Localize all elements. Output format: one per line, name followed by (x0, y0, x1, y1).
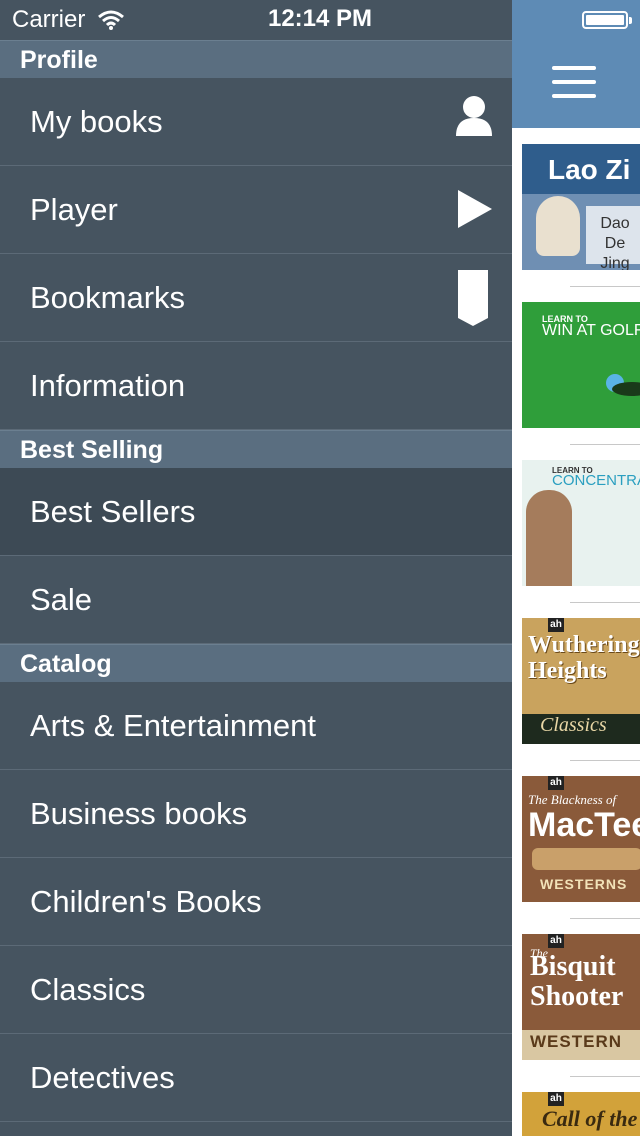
bookmark-icon (458, 270, 488, 331)
section-header-catalog: Catalog (0, 644, 512, 682)
section-header-best-selling: Best Selling (0, 430, 512, 468)
book-cover-call-of-the[interactable]: ah Call of the (522, 1092, 640, 1136)
publisher-badge: ah (548, 618, 564, 632)
book-series: Classics (540, 714, 607, 736)
menu-item-label: Information (30, 368, 186, 403)
menu-item-player[interactable]: Player (0, 166, 512, 254)
woman-illustration (526, 490, 572, 586)
menu-item-arts-entertainment[interactable]: Arts & Entertainment (0, 682, 512, 770)
book-title: MacTee (528, 806, 640, 844)
book-series: WESTERN (530, 1032, 622, 1051)
menu-item-label: Children's Books (30, 884, 262, 919)
publisher-badge: ah (548, 934, 564, 948)
menu-item-sale[interactable]: Sale (0, 556, 512, 644)
publisher-badge: ah (548, 776, 564, 790)
book-title: CONCENTRATE (552, 472, 640, 489)
menu-item-my-books[interactable]: My books (0, 78, 512, 166)
menu-item-label: Bookmarks (30, 280, 186, 315)
menu-item-bookmarks[interactable]: Bookmarks (0, 254, 512, 342)
menu-item-label: My books (30, 104, 163, 139)
sage-illustration (536, 196, 580, 256)
book-cover-wuthering-heights[interactable]: ah Wuthering Heights Classics (522, 618, 640, 744)
book-cover-concentrate[interactable]: LEARN TO CONCENTRATE (522, 460, 640, 586)
book-series: WESTERNS (540, 876, 628, 892)
menu-item-label: Arts & Entertainment (30, 708, 317, 743)
book-title: Bisquit Shooter (530, 951, 624, 1012)
person-icon (454, 94, 494, 141)
menu-item-information[interactable]: Information (0, 342, 512, 430)
book-cover-lao-zi[interactable]: Lao Zi Dao De Jing (522, 144, 640, 270)
menu-item-label: Detectives (30, 1060, 175, 1095)
status-time: 12:14 PM (267, 5, 373, 32)
section-header-profile: Profile (0, 40, 512, 78)
book-cover-win-at-golf[interactable]: LEARN TO WIN AT GOLF (522, 302, 640, 428)
menu-item-label: Player (30, 192, 118, 227)
content-panel: Lao Zi Dao De Jing LEARN TO WIN AT GOLF … (512, 0, 640, 1136)
menu-item-childrens-books[interactable]: Children's Books (0, 858, 512, 946)
book-cover-bisquit-shooter[interactable]: ah The Bisquit Shooter WESTERN (522, 934, 640, 1060)
book-title: WIN AT GOLF (542, 322, 640, 339)
book-title: Lao Zi (548, 154, 631, 185)
publisher-badge: ah (548, 1092, 564, 1106)
book-subtitle: Dao De Jing (600, 215, 630, 270)
menu-item-best-sellers[interactable]: Best Sellers (0, 468, 512, 556)
play-icon (458, 190, 492, 233)
menu-item-label: Classics (30, 972, 146, 1007)
book-title: Call of the (542, 1106, 638, 1131)
menu-item-label: Business books (30, 796, 248, 831)
menu-icon[interactable] (552, 66, 596, 98)
book-cover-mactee[interactable]: ah The Blackness of MacTee WESTERNS (522, 776, 640, 902)
menu-item-label: Sale (30, 582, 93, 617)
menu-item-detectives[interactable]: Detectives (0, 1034, 512, 1122)
side-menu: Profile My books Player Bookmarks Inform… (0, 40, 512, 1136)
menu-item-classics[interactable]: Classics (0, 946, 512, 1034)
book-title: Wuthering Heights (528, 632, 640, 684)
menu-item-label: Best Sellers (30, 494, 196, 529)
menu-item-business-books[interactable]: Business books (0, 770, 512, 858)
